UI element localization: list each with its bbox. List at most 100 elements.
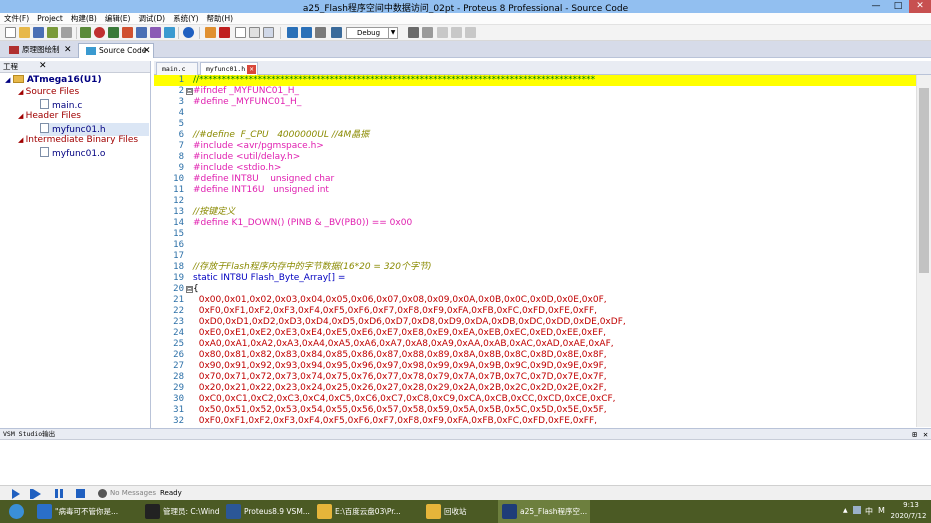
code-line[interactable]: 0x90,0x91,0x92,0x93,0x94,0x95,0x96,0x97,… — [193, 361, 607, 372]
clock-date[interactable]: 2020/7/12 — [886, 512, 931, 520]
code-line[interactable]: 0xA0,0xA1,0xA2,0xA3,0xA4,0xA5,0xA6,0xA7,… — [193, 339, 614, 350]
start-button[interactable] — [0, 500, 33, 523]
new-file-icon[interactable] — [5, 27, 16, 38]
code-line[interactable]: //**************************************… — [193, 75, 595, 86]
editor-tab-main-c[interactable]: main.c — [156, 62, 198, 75]
code-line[interactable]: 0xE0,0xE1,0xE2,0xE3,0xE4,0xE5,0xE6,0xE7,… — [193, 328, 606, 339]
rebuild-icon[interactable] — [301, 27, 312, 38]
build-config-select[interactable]: Debug ▼ — [346, 27, 398, 39]
menu-build[interactable]: 构建(B) — [67, 13, 101, 25]
taskbar-item[interactable]: Proteus8.9 VSM... — [222, 500, 311, 523]
source-code-icon[interactable] — [164, 27, 175, 38]
import-icon[interactable] — [205, 27, 216, 38]
code-line[interactable]: //#define F_CPU 4000000UL //4M晶振 — [193, 130, 369, 141]
code-line[interactable]: //按键定义 — [193, 207, 235, 218]
code-line[interactable]: 0x80,0x81,0x82,0x83,0x84,0x85,0x86,0x87,… — [193, 350, 607, 361]
code-line[interactable]: 0x70,0x71,0x72,0x73,0x74,0x75,0x76,0x77,… — [193, 372, 607, 383]
fold-toggle-icon[interactable]: ⊟ — [186, 286, 193, 293]
3d-viewer-icon[interactable] — [136, 27, 147, 38]
code-line[interactable]: #include <util/delay.h> — [193, 152, 300, 163]
scrollbar-thumb[interactable] — [919, 88, 929, 273]
menu-file[interactable]: 文件(F) — [0, 13, 33, 25]
tree-group-binary[interactable]: ◢ Intermediate Binary Files — [18, 135, 138, 146]
play-icon[interactable] — [12, 489, 20, 499]
close-icon[interactable]: ✕ — [923, 429, 928, 440]
vertical-scrollbar[interactable] — [916, 75, 931, 427]
settings-icon[interactable] — [331, 27, 342, 38]
code-line[interactable]: static INT8U Flash_Byte_Array[] = — [193, 273, 345, 284]
help-icon[interactable] — [183, 27, 194, 38]
copy-icon[interactable] — [451, 27, 462, 38]
tab-source-code[interactable]: Source Code ✕ — [78, 43, 154, 58]
taskbar-item[interactable]: E:\百度云盘03\Pr... — [313, 500, 420, 523]
expand-icon[interactable]: ◢ — [18, 112, 26, 120]
home-icon[interactable] — [80, 27, 91, 38]
tree-group-header[interactable]: ◢ Header Files — [18, 111, 81, 122]
code-line[interactable]: #define INT16U unsigned int — [193, 185, 329, 196]
taskbar-item[interactable]: 管理员: C:\Wind... — [141, 500, 220, 523]
clock-time[interactable]: 9:13 — [891, 501, 931, 509]
clean-icon[interactable] — [315, 27, 326, 38]
expand-icon[interactable]: ◢ — [18, 88, 26, 96]
expand-icon[interactable]: ◢ — [18, 136, 26, 144]
code-line[interactable]: #include <avr/pgmspace.h> — [193, 141, 324, 152]
new-source-icon[interactable] — [235, 27, 246, 38]
code-line[interactable]: 0xF0,0xF1,0xF2,0xF3,0xF4,0xF5,0xF6,0xF7,… — [193, 416, 597, 425]
close-icon[interactable]: ✕ — [143, 44, 151, 58]
menu-system[interactable]: 系统(Y) — [169, 13, 202, 25]
code-line[interactable]: 0xC0,0xC1,0xC2,0xC3,0xC4,0xC5,0xC6,0xC7,… — [193, 394, 616, 405]
tab-schematic[interactable]: 原理图绘制 ✕ — [2, 43, 74, 58]
code-line[interactable]: 0x50,0x51,0x52,0x53,0x54,0x55,0x56,0x57,… — [193, 405, 607, 416]
close-icon[interactable]: ✕ — [64, 43, 72, 57]
code-area[interactable]: 1 //*************************************… — [154, 75, 916, 425]
code-line[interactable]: 0x20,0x21,0x22,0x23,0x24,0x25,0x26,0x27,… — [193, 383, 607, 394]
code-line[interactable]: 0xF0,0xF1,0xF2,0xF3,0xF4,0xF5,0xF6,0xF7,… — [193, 306, 597, 317]
build-icon[interactable] — [287, 27, 298, 38]
save-all-icon[interactable] — [47, 27, 58, 38]
expand-icon[interactable]: ◢ — [5, 76, 13, 84]
schematic-icon[interactable] — [94, 27, 105, 38]
ime-indicator[interactable]: 中 — [865, 506, 873, 517]
taskbar-item[interactable]: 回收站 — [422, 500, 496, 523]
save-icon[interactable] — [33, 27, 44, 38]
code-line[interactable]: //存放于Flash程序内存中的字节数据(16*20 = 320个字节) — [193, 262, 432, 273]
taskbar-item[interactable]: "病毒可不管你是... — [33, 500, 138, 523]
menu-edit[interactable]: 编辑(E) — [101, 13, 135, 25]
lang-indicator[interactable]: M — [878, 506, 885, 515]
close-icon[interactable]: ✕ — [247, 65, 257, 74]
code-line[interactable]: 0x00,0x01,0x02,0x03,0x04,0x05,0x06,0x07,… — [193, 295, 607, 306]
code-line[interactable]: #define INT8U unsigned char — [193, 174, 334, 185]
tree-root[interactable]: ◢ ATmega16(U1) — [5, 75, 102, 86]
menu-project[interactable]: Project — [33, 13, 67, 25]
code-line[interactable]: { — [193, 284, 199, 295]
code-line[interactable]: #include <stdio.h> — [193, 163, 281, 174]
maximize-button[interactable]: □ — [887, 0, 909, 13]
step-icon[interactable] — [33, 489, 41, 499]
code-line[interactable]: #define _MYFUNC01_H_ — [193, 97, 301, 108]
open-folder-icon[interactable] — [19, 27, 30, 38]
undo-icon[interactable] — [408, 27, 419, 38]
gerber-icon[interactable] — [122, 27, 133, 38]
network-icon[interactable] — [853, 506, 861, 514]
close-button[interactable]: ✕ — [909, 0, 931, 13]
pause-icon[interactable] — [55, 489, 63, 498]
redo-icon[interactable] — [422, 27, 433, 38]
close-project-icon[interactable] — [61, 27, 72, 38]
delete-icon[interactable] — [219, 27, 230, 38]
add-file-icon[interactable] — [249, 27, 260, 38]
menu-help[interactable]: 帮助(H) — [203, 13, 238, 25]
tree-file-myfunc01-o[interactable]: myfunc01.o — [40, 147, 105, 160]
tray-up-icon[interactable]: ▲ — [843, 507, 848, 514]
taskbar-item[interactable]: a25_Flash程序空... — [498, 500, 590, 523]
tree-group-source[interactable]: ◢ Source Files — [18, 87, 79, 98]
remove-file-icon[interactable] — [263, 27, 274, 38]
code-line[interactable]: #ifndef _MYFUNC01_H_ — [193, 86, 299, 97]
editor-tab-myfunc01-h[interactable]: myfunc01.h ✕ — [200, 62, 258, 75]
pcb-icon[interactable] — [108, 27, 119, 38]
pin-icon[interactable]: ⊞ — [912, 429, 917, 440]
menu-debug[interactable]: 调试(D) — [134, 13, 169, 25]
minimize-button[interactable]: — — [865, 0, 887, 13]
close-icon[interactable]: ✕ — [39, 61, 147, 72]
code-line[interactable]: 0xD0,0xD1,0xD2,0xD3,0xD4,0xD5,0xD6,0xD7,… — [193, 317, 626, 328]
stop-icon[interactable] — [76, 489, 85, 498]
